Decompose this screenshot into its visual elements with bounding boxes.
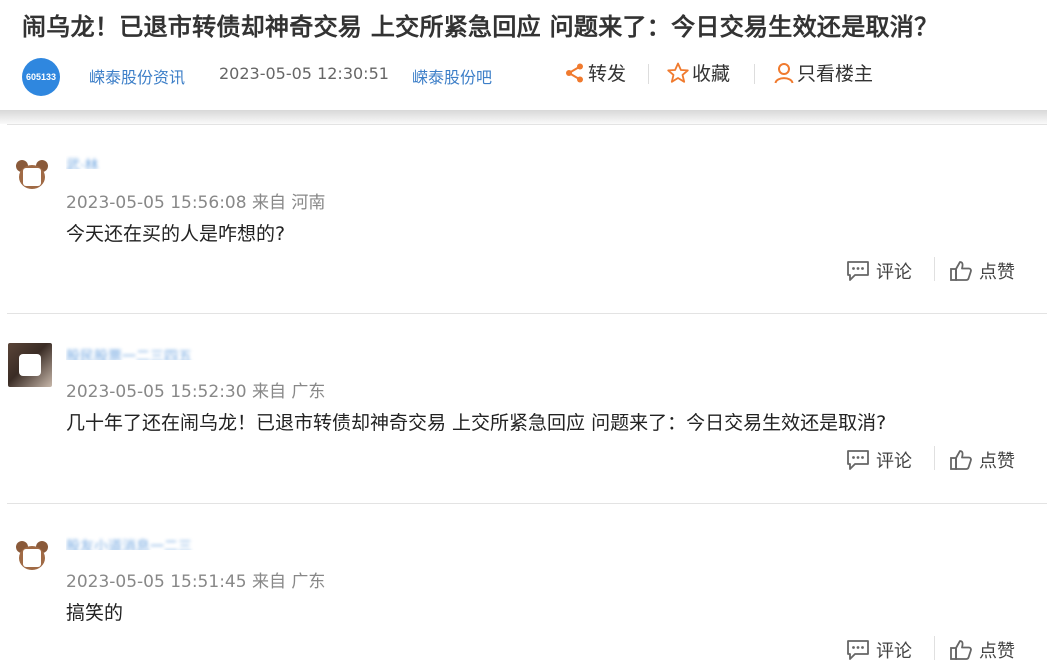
thumbs-up-icon [950,261,972,281]
comment-time: 2023-05-05 15:56:08 来自 河南 [66,193,326,213]
stock-logo[interactable]: 605133 [22,58,60,96]
comment-item: 股友小道消息一二三 2023-05-05 15:51:45 来自 广东 搞笑的 … [0,503,1047,672]
header-shadow [0,110,1047,124]
share-label: 转发 [588,63,627,85]
like-label: 点赞 [979,641,1015,662]
like-label: 点赞 [979,262,1015,283]
like-button[interactable]: 点赞 [949,447,1015,473]
author-only-label: 只看楼主 [797,63,874,85]
user-avatar[interactable] [12,155,52,195]
button-divider [934,257,935,281]
username[interactable]: 股民股票一二三四五 [66,346,246,360]
like-label: 点赞 [979,451,1015,472]
comment-text: 搞笑的 [66,602,124,624]
comment-item: 股民股票一二三四五 2023-05-05 15:52:30 来自 广东 几十年了… [0,313,1047,503]
bear-avatar-icon [16,541,48,570]
reply-label: 评论 [876,451,912,472]
comment-time: 2023-05-05 15:51:45 来自 广东 [66,572,326,592]
button-divider [934,636,935,660]
comment-text: 几十年了还在闹乌龙！已退市转债却神奇交易 上交所紧急回应 问题来了：今日交易生效… [66,412,887,434]
favorite-button[interactable]: 收藏 [666,59,730,86]
reply-button[interactable]: 评论 [846,258,912,284]
user-avatar[interactable] [8,343,52,387]
action-divider [754,64,755,84]
favorite-label: 收藏 [692,63,731,85]
like-button[interactable]: 点赞 [949,637,1015,663]
comment-item: 武·林 2023-05-05 15:56:08 来自 河南 今天还在买的人是咋想… [0,124,1047,314]
reply-button[interactable]: 评论 [846,447,912,473]
share-icon [566,63,583,82]
username[interactable]: 股友小道消息一二三 [66,536,246,550]
comment-icon [847,640,869,660]
share-button[interactable]: 转发 [564,59,626,86]
like-button[interactable]: 点赞 [949,258,1015,284]
comment-icon [847,261,869,281]
reply-label: 评论 [876,262,912,283]
photo-avatar-icon [19,354,41,376]
publish-time: 2023-05-05 12:30:51 [219,64,389,83]
star-icon [667,62,689,83]
action-divider [648,64,649,84]
comment-icon [847,450,869,470]
comment-time: 2023-05-05 15:52:30 来自 广东 [66,382,326,402]
author-link[interactable]: 嵘泰股份资讯 [89,64,185,88]
reply-button[interactable]: 评论 [846,637,912,663]
thumbs-up-icon [950,450,972,470]
author-only-button[interactable]: 只看楼主 [773,59,873,86]
reply-label: 评论 [876,641,912,662]
comment-text: 今天还在买的人是咋想的? [66,223,286,245]
user-avatar[interactable] [12,536,52,576]
post-title: 闹乌龙！已退市转债却神奇交易 上交所紧急回应 问题来了：今日交易生效还是取消？ [22,13,939,41]
post-header: 闹乌龙！已退市转债却神奇交易 上交所紧急回应 问题来了：今日交易生效还是取消？ … [0,0,1047,110]
bar-link[interactable]: 嵘泰股份吧 [412,64,492,88]
bear-avatar-icon [16,160,48,189]
person-icon [774,62,794,83]
button-divider [934,446,935,470]
post-meta: 605133 嵘泰股份资讯 2023-05-05 12:30:51 嵘泰股份吧 … [22,54,1042,96]
username[interactable]: 武·林 [66,155,246,169]
thumbs-up-icon [950,640,972,660]
